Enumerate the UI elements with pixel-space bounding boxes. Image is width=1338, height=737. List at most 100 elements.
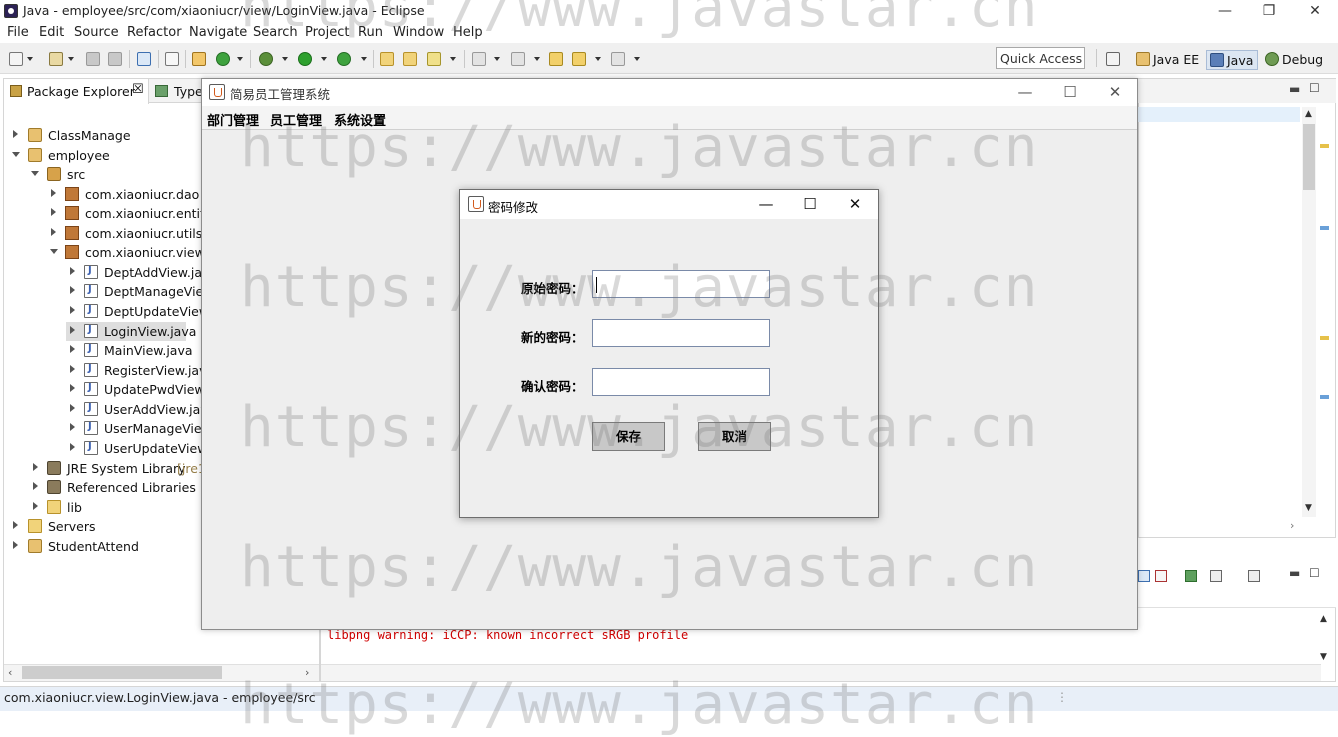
- dialog-close-button[interactable]: ✕: [840, 193, 870, 215]
- console-view-menu-icon[interactable]: [1210, 570, 1222, 582]
- cancel-button[interactable]: 取消: [698, 422, 771, 451]
- menu-file[interactable]: File: [7, 25, 29, 40]
- scroll-down-icon[interactable]: ▼: [1320, 652, 1327, 662]
- menu-dept-management[interactable]: 部门管理: [207, 110, 259, 129]
- package-explorer-hscroll-thumb[interactable]: [22, 666, 222, 679]
- maximize-view-icon[interactable]: ☐: [1309, 81, 1320, 95]
- collapse-icon[interactable]: [12, 152, 20, 157]
- expand-icon[interactable]: [70, 345, 75, 353]
- back-dropdown-icon[interactable]: [595, 57, 601, 61]
- new-server-icon[interactable]: [216, 52, 230, 66]
- menu-refactor[interactable]: Refactor: [127, 25, 182, 40]
- app-maximize-button[interactable]: ☐: [1055, 81, 1085, 103]
- quick-access-input[interactable]: Quick Access: [996, 47, 1085, 69]
- search-icon[interactable]: [427, 52, 441, 66]
- scroll-right-icon[interactable]: ›: [305, 666, 309, 679]
- collapse-icon[interactable]: [31, 171, 39, 176]
- expand-icon[interactable]: [13, 130, 18, 138]
- expand-icon[interactable]: [33, 482, 38, 490]
- editor-vscroll-thumb[interactable]: [1303, 124, 1315, 190]
- expand-icon[interactable]: [70, 443, 75, 451]
- maximize-view-icon[interactable]: ☐: [1309, 566, 1320, 580]
- save-button[interactable]: 保存: [592, 422, 665, 451]
- tab-package-explorer[interactable]: Package Explorer ☒: [4, 79, 149, 104]
- perspective-java-ee[interactable]: Java EE: [1133, 50, 1203, 70]
- menu-navigate[interactable]: Navigate: [189, 25, 247, 40]
- next-annotation-icon[interactable]: [472, 52, 486, 66]
- perspective-java[interactable]: Java: [1206, 50, 1259, 70]
- back-icon[interactable]: [572, 52, 586, 66]
- close-button[interactable]: ✕: [1292, 0, 1338, 22]
- expand-icon[interactable]: [70, 306, 75, 314]
- expand-icon[interactable]: [13, 541, 18, 549]
- occurrence-marker[interactable]: [1320, 226, 1329, 230]
- scroll-right-icon[interactable]: ›: [1290, 519, 1294, 532]
- scroll-up-icon[interactable]: ▲: [1305, 109, 1312, 119]
- previous-annotation-icon[interactable]: [511, 52, 525, 66]
- warning-marker[interactable]: [1320, 144, 1329, 148]
- expand-icon[interactable]: [33, 463, 38, 471]
- expand-icon[interactable]: [70, 267, 75, 275]
- external-tools-icon[interactable]: [337, 52, 351, 66]
- minimize-view-icon[interactable]: ▬: [1289, 566, 1300, 580]
- app-minimize-button[interactable]: —: [1010, 81, 1040, 103]
- open-console-icon[interactable]: [1248, 570, 1260, 582]
- new-console-icon[interactable]: [1185, 570, 1197, 582]
- minimize-button[interactable]: —: [1202, 0, 1248, 22]
- scroll-down-icon[interactable]: ▼: [1305, 503, 1312, 513]
- menu-employee-management[interactable]: 员工管理: [270, 110, 322, 129]
- new-class-icon[interactable]: [380, 52, 394, 66]
- open-perspective-icon[interactable]: [1106, 52, 1120, 66]
- dialog-maximize-button[interactable]: ☐: [795, 193, 825, 215]
- expand-icon[interactable]: [51, 228, 56, 236]
- dialog-minimize-button[interactable]: —: [751, 193, 781, 215]
- menu-search[interactable]: Search: [253, 25, 298, 40]
- save-all-icon[interactable]: [108, 52, 122, 66]
- expand-icon[interactable]: [70, 384, 75, 392]
- expand-icon[interactable]: [70, 326, 75, 334]
- skip-breakpoints-icon[interactable]: [165, 52, 179, 66]
- display-console-icon[interactable]: [1138, 570, 1150, 582]
- menu-edit[interactable]: Edit: [39, 25, 64, 40]
- confirm-password-field[interactable]: [592, 368, 770, 396]
- old-password-field[interactable]: [592, 270, 770, 298]
- expand-icon[interactable]: [70, 404, 75, 412]
- run-icon[interactable]: [298, 52, 312, 66]
- expand-icon[interactable]: [51, 208, 56, 216]
- new-dropdown-icon[interactable]: [27, 57, 33, 61]
- debug-icon[interactable]: [259, 52, 273, 66]
- server-dropdown-icon[interactable]: [237, 57, 243, 61]
- warning-marker[interactable]: [1320, 336, 1329, 340]
- menu-source[interactable]: Source: [74, 25, 119, 40]
- menu-system-settings[interactable]: 系统设置: [334, 110, 386, 129]
- open-project-icon[interactable]: [49, 52, 63, 66]
- expand-icon[interactable]: [13, 521, 18, 529]
- close-tab-icon[interactable]: ☒: [132, 82, 144, 97]
- menu-window[interactable]: Window: [393, 25, 444, 40]
- app-close-button[interactable]: ✕: [1100, 81, 1130, 103]
- new-java-project-icon[interactable]: [192, 52, 206, 66]
- search-dropdown-icon[interactable]: [450, 57, 456, 61]
- perspective-debug[interactable]: Debug: [1262, 50, 1327, 70]
- forward-icon[interactable]: [611, 52, 625, 66]
- menu-project[interactable]: Project: [305, 25, 349, 40]
- save-icon[interactable]: [86, 52, 100, 66]
- expand-icon[interactable]: [33, 502, 38, 510]
- debug-dropdown-icon[interactable]: [282, 57, 288, 61]
- occurrence-marker[interactable]: [1320, 395, 1329, 399]
- console-hscrollbar[interactable]: [321, 664, 1321, 681]
- expand-icon[interactable]: [51, 189, 56, 197]
- console-view-icon[interactable]: [137, 52, 151, 66]
- menu-help[interactable]: Help: [453, 25, 483, 40]
- open-dropdown-icon[interactable]: [68, 57, 74, 61]
- minimize-view-icon[interactable]: ▬: [1289, 82, 1300, 96]
- expand-icon[interactable]: [70, 423, 75, 431]
- pin-console-icon[interactable]: [1155, 570, 1167, 582]
- new-icon[interactable]: [9, 52, 23, 66]
- external-tools-dropdown-icon[interactable]: [361, 57, 367, 61]
- last-edit-location-icon[interactable]: [549, 52, 563, 66]
- scroll-up-icon[interactable]: ▲: [1320, 614, 1327, 624]
- forward-dropdown-icon[interactable]: [634, 57, 640, 61]
- expand-icon[interactable]: [70, 365, 75, 373]
- run-dropdown-icon[interactable]: [321, 57, 327, 61]
